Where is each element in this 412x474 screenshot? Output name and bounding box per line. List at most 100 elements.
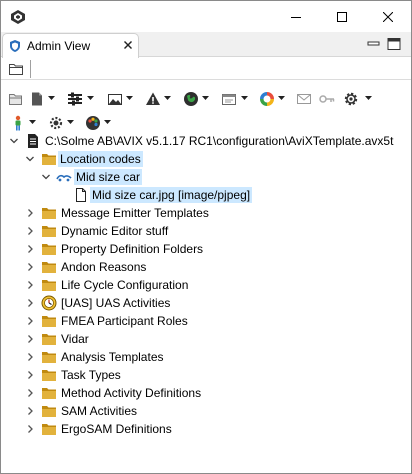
view-maximize-icon[interactable] xyxy=(386,37,402,51)
folder-icon[interactable] xyxy=(8,61,24,77)
chevron-right-icon[interactable] xyxy=(25,334,35,344)
chevron-right-icon[interactable] xyxy=(25,406,35,416)
chevron-down-icon[interactable] xyxy=(164,96,171,101)
chevron-down-icon[interactable] xyxy=(104,120,111,125)
tab-admin-view[interactable]: Admin View xyxy=(2,33,139,58)
tree-item-folder[interactable]: Analysis Templates xyxy=(1,348,411,366)
window-icon[interactable] xyxy=(221,91,237,107)
tree-item-folder[interactable]: Andon Reasons xyxy=(1,258,411,276)
chevron-down-icon[interactable] xyxy=(29,120,36,125)
image-icon[interactable] xyxy=(107,91,123,107)
maximize-icon xyxy=(337,11,347,22)
tree-root-label: C:\Solme AB\AVIX v5.1.17 RC1\configurati… xyxy=(45,134,394,148)
tree-item-folder[interactable]: ErgoSAM Definitions xyxy=(1,420,411,438)
tree-item-folder[interactable]: Method Activity Definitions xyxy=(1,384,411,402)
close-icon xyxy=(383,11,393,22)
folder-icon xyxy=(42,424,56,435)
chevron-down-icon[interactable] xyxy=(241,96,248,101)
chevron-down-icon[interactable] xyxy=(67,120,74,125)
chevron-down-icon[interactable] xyxy=(87,96,94,101)
minimize-button[interactable] xyxy=(273,1,319,32)
file-icon xyxy=(76,188,86,202)
tree-item-label: Task Types xyxy=(61,368,121,382)
toolbar-top xyxy=(1,58,411,80)
tree-item-label: Mid size car xyxy=(74,169,143,185)
tree-item-folder[interactable]: Property Definition Folders xyxy=(1,240,411,258)
tree-item-folder[interactable]: Vidar xyxy=(1,330,411,348)
globe-icon[interactable] xyxy=(183,91,199,107)
tree-item-folder[interactable]: SAM Activities xyxy=(1,402,411,420)
tree-item-folder[interactable]: Dynamic Editor stuff xyxy=(1,222,411,240)
view-tab-bar: Admin View xyxy=(1,32,411,58)
tree-item-label: FMEA Participant Roles xyxy=(61,314,188,328)
tree-item-folder[interactable]: Task Types xyxy=(1,366,411,384)
maximize-button[interactable] xyxy=(319,1,365,32)
palette-icon[interactable] xyxy=(85,115,101,131)
chevron-down-icon[interactable] xyxy=(126,96,133,101)
tree-item-label: [UAS] UAS Activities xyxy=(61,296,171,310)
chevron-right-icon[interactable] xyxy=(25,226,35,236)
properties-icon[interactable] xyxy=(67,91,83,107)
tree-item-label: Method Activity Definitions xyxy=(61,386,202,400)
folder-icon xyxy=(42,208,56,219)
close-window-button[interactable] xyxy=(365,1,411,32)
mail-icon[interactable] xyxy=(296,91,312,107)
chevron-right-icon[interactable] xyxy=(25,424,35,434)
tab-label: Admin View xyxy=(27,39,91,53)
tree-item-folder[interactable]: [UAS] UAS Activities xyxy=(1,294,411,312)
tree-item-label: Andon Reasons xyxy=(61,260,147,274)
document-icon xyxy=(28,134,38,148)
tree-item-label: Mid size car.jpg [image/pjpeg] xyxy=(90,187,253,203)
chevron-down-icon[interactable] xyxy=(48,96,55,101)
folder-icon xyxy=(42,334,56,345)
minimize-icon xyxy=(291,16,301,18)
chevron-right-icon[interactable] xyxy=(25,244,35,254)
tree-item-label: Location codes xyxy=(58,151,143,167)
tree-item-folder[interactable]: FMEA Participant Roles xyxy=(1,312,411,330)
folder-icon xyxy=(42,316,56,327)
toolbar-actions xyxy=(1,87,411,111)
chevron-down-icon[interactable] xyxy=(365,96,372,101)
key-icon[interactable] xyxy=(319,91,335,107)
uas-activity-icon xyxy=(41,295,57,311)
chevron-down-icon[interactable] xyxy=(25,154,35,164)
warning-icon[interactable] xyxy=(145,91,161,107)
folder-icon xyxy=(42,370,56,381)
chevron-down-icon[interactable] xyxy=(202,96,209,101)
chevron-right-icon[interactable] xyxy=(25,280,35,290)
chevron-right-icon[interactable] xyxy=(25,352,35,362)
chevron-right-icon[interactable] xyxy=(25,370,35,380)
title-bar xyxy=(1,1,411,32)
tree-root-row[interactable]: C:\Solme AB\AVIX v5.1.17 RC1\configurati… xyxy=(1,132,411,150)
app-window: Admin View C:\Solme AB\AVIX v5.1.17 RC1\… xyxy=(0,0,412,474)
chevron-right-icon[interactable] xyxy=(25,316,35,326)
tree-item-label: Analysis Templates xyxy=(61,350,164,364)
chevron-right-icon[interactable] xyxy=(25,388,35,398)
chevron-right-icon[interactable] xyxy=(25,208,35,218)
location-code-icon xyxy=(56,174,72,182)
gear-icon[interactable] xyxy=(343,91,359,107)
color-wheel-icon[interactable] xyxy=(259,91,275,107)
chevron-down-icon[interactable] xyxy=(9,136,19,146)
tab-close-icon[interactable] xyxy=(121,38,135,52)
tree-item-mid-size-car[interactable]: Mid size car xyxy=(1,168,411,186)
folder-icon xyxy=(42,352,56,363)
chevron-down-icon[interactable] xyxy=(278,96,285,101)
tree-item-folder[interactable]: Life Cycle Configuration xyxy=(1,276,411,294)
open-folder-icon[interactable] xyxy=(8,91,24,107)
folder-icon xyxy=(42,388,56,399)
shield-icon xyxy=(10,40,20,52)
tree-item-folder[interactable]: Message Emitter Templates xyxy=(1,204,411,222)
tree-item-label: ErgoSAM Definitions xyxy=(61,422,172,436)
chevron-down-icon[interactable] xyxy=(41,172,51,182)
tree-item-mid-size-car-file[interactable]: Mid size car.jpg [image/pjpeg] xyxy=(1,186,411,204)
folder-icon xyxy=(42,226,56,237)
new-document-icon[interactable] xyxy=(29,91,45,107)
person-icon[interactable] xyxy=(10,115,26,131)
chevron-right-icon[interactable] xyxy=(25,298,35,308)
view-minimize-icon[interactable] xyxy=(366,37,382,51)
tree-item-location-codes[interactable]: Location codes xyxy=(1,150,411,168)
settings-icon[interactable] xyxy=(48,115,64,131)
folder-icon xyxy=(42,244,56,255)
chevron-right-icon[interactable] xyxy=(25,262,35,272)
